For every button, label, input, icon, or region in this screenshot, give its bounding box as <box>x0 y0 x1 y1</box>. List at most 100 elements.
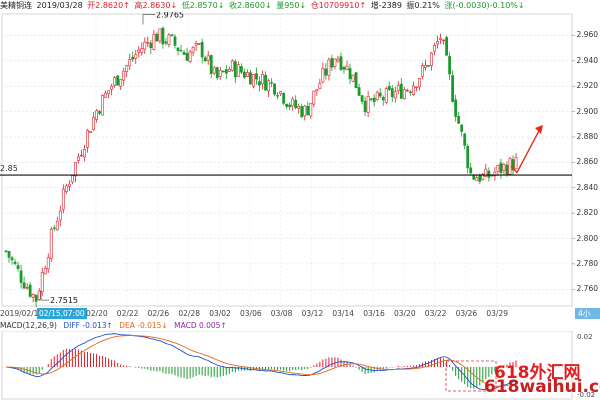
candle-body <box>270 82 273 84</box>
price-tick-label: 2.840 <box>576 182 598 192</box>
price-tick-label: 2.940 <box>576 55 598 65</box>
candle-body <box>146 41 150 44</box>
candle-body <box>239 66 243 73</box>
candle-body <box>255 73 258 80</box>
candle-body <box>185 53 189 61</box>
candle-body <box>101 94 104 116</box>
period-box[interactable]: 4小时 <box>575 308 600 329</box>
price-tick-label: 2.900 <box>576 106 598 116</box>
candle-body <box>152 34 156 50</box>
candle-body <box>261 73 264 85</box>
candle-body <box>357 87 361 96</box>
candle-body <box>442 39 445 42</box>
candle-body <box>49 229 53 259</box>
candle-body <box>487 170 491 178</box>
candle-body <box>411 85 415 95</box>
candle-body <box>321 68 325 83</box>
candle-body <box>415 86 418 89</box>
candle-body <box>342 66 346 70</box>
price-tick-label: 2.780 <box>576 258 598 268</box>
date-tick-label: 03/12 <box>301 309 324 318</box>
date-tick-label: 03/08 <box>270 309 293 318</box>
candle-body <box>258 81 261 86</box>
candle-body <box>197 43 201 45</box>
candle-body <box>378 92 382 97</box>
candle-body <box>436 41 439 45</box>
candle-body <box>478 175 482 182</box>
candle-body <box>354 72 358 89</box>
candle-body <box>348 68 352 80</box>
candle-body <box>67 183 71 187</box>
candle-body <box>445 37 448 56</box>
candle-body <box>297 106 301 109</box>
candle-body <box>457 116 461 124</box>
date-tick-label: 03/02 <box>209 309 231 318</box>
candle-body <box>104 92 107 98</box>
date-tick-label: 03/16 <box>363 309 385 318</box>
date-tick-label: 03/29 <box>486 309 509 318</box>
candle-body <box>351 74 355 82</box>
candle-body <box>366 96 370 114</box>
candle-body <box>131 56 135 60</box>
candle-body <box>243 71 246 78</box>
candlestick-chart[interactable]: 2.9765 2.7515 <box>0 12 600 308</box>
macd-value: MACD 0.005↑ <box>174 321 227 330</box>
date-tick-label: 03/26 <box>455 309 478 318</box>
candle-body <box>158 28 162 42</box>
candle-body <box>125 65 129 72</box>
candle-body <box>312 90 316 105</box>
candle-body <box>363 100 367 113</box>
candle-body <box>252 74 255 87</box>
candle-body <box>34 294 38 302</box>
candle-body <box>80 154 83 157</box>
candle-body <box>77 156 80 161</box>
candle-body <box>276 95 279 97</box>
candle-body <box>55 221 59 231</box>
candle-body <box>212 67 216 74</box>
candle-body <box>439 37 442 40</box>
candle-body <box>194 42 198 46</box>
low-value: 低2.8570↓ <box>181 1 225 10</box>
candle-body <box>273 83 276 95</box>
candle-body <box>418 78 421 88</box>
candle-body <box>430 52 433 66</box>
candle-body <box>86 130 89 148</box>
candle-body <box>282 93 286 104</box>
candle-body <box>369 98 373 100</box>
candle-body <box>285 103 289 107</box>
macd-header: MACD(12,26,9) DIFF -0.013↑ DEA -0.015↓ M… <box>0 321 227 331</box>
candle-body <box>315 89 319 92</box>
candle-body <box>230 60 234 71</box>
candle-body <box>460 124 464 132</box>
candle-body <box>336 58 340 62</box>
candle-body <box>236 64 240 77</box>
date-tick-label: 03/20 <box>394 309 416 318</box>
instrument-name: 美精铜连 <box>0 1 32 10</box>
candle-body <box>300 106 304 118</box>
candle-body <box>31 293 35 298</box>
candle-body <box>218 70 222 77</box>
candle-body <box>70 175 74 183</box>
candle-body <box>173 36 177 46</box>
candle-body <box>402 89 406 99</box>
oi-change-value: 增-2389 <box>370 1 402 10</box>
price-tick-label: 2.880 <box>576 131 598 141</box>
candle-body <box>22 282 26 289</box>
high-marker-label: 2.9765 <box>156 12 184 19</box>
candle-body <box>421 65 424 77</box>
price-tick-label: 2.860 <box>576 157 598 167</box>
candle-body <box>288 104 292 108</box>
candle-body <box>140 48 144 53</box>
candle-body <box>7 251 11 258</box>
candle-body <box>448 56 452 75</box>
candle-body <box>215 67 219 79</box>
candle-body <box>309 102 313 117</box>
candle-body <box>64 185 68 192</box>
date-tick-label: 02/26 <box>147 309 170 318</box>
candle-body <box>246 72 249 77</box>
amplitude-value: 振0.21% <box>406 1 440 10</box>
candle-body <box>128 59 132 67</box>
candle-body <box>424 65 427 68</box>
candle-body <box>179 50 183 52</box>
support-level-label: 2.85 <box>0 164 18 174</box>
